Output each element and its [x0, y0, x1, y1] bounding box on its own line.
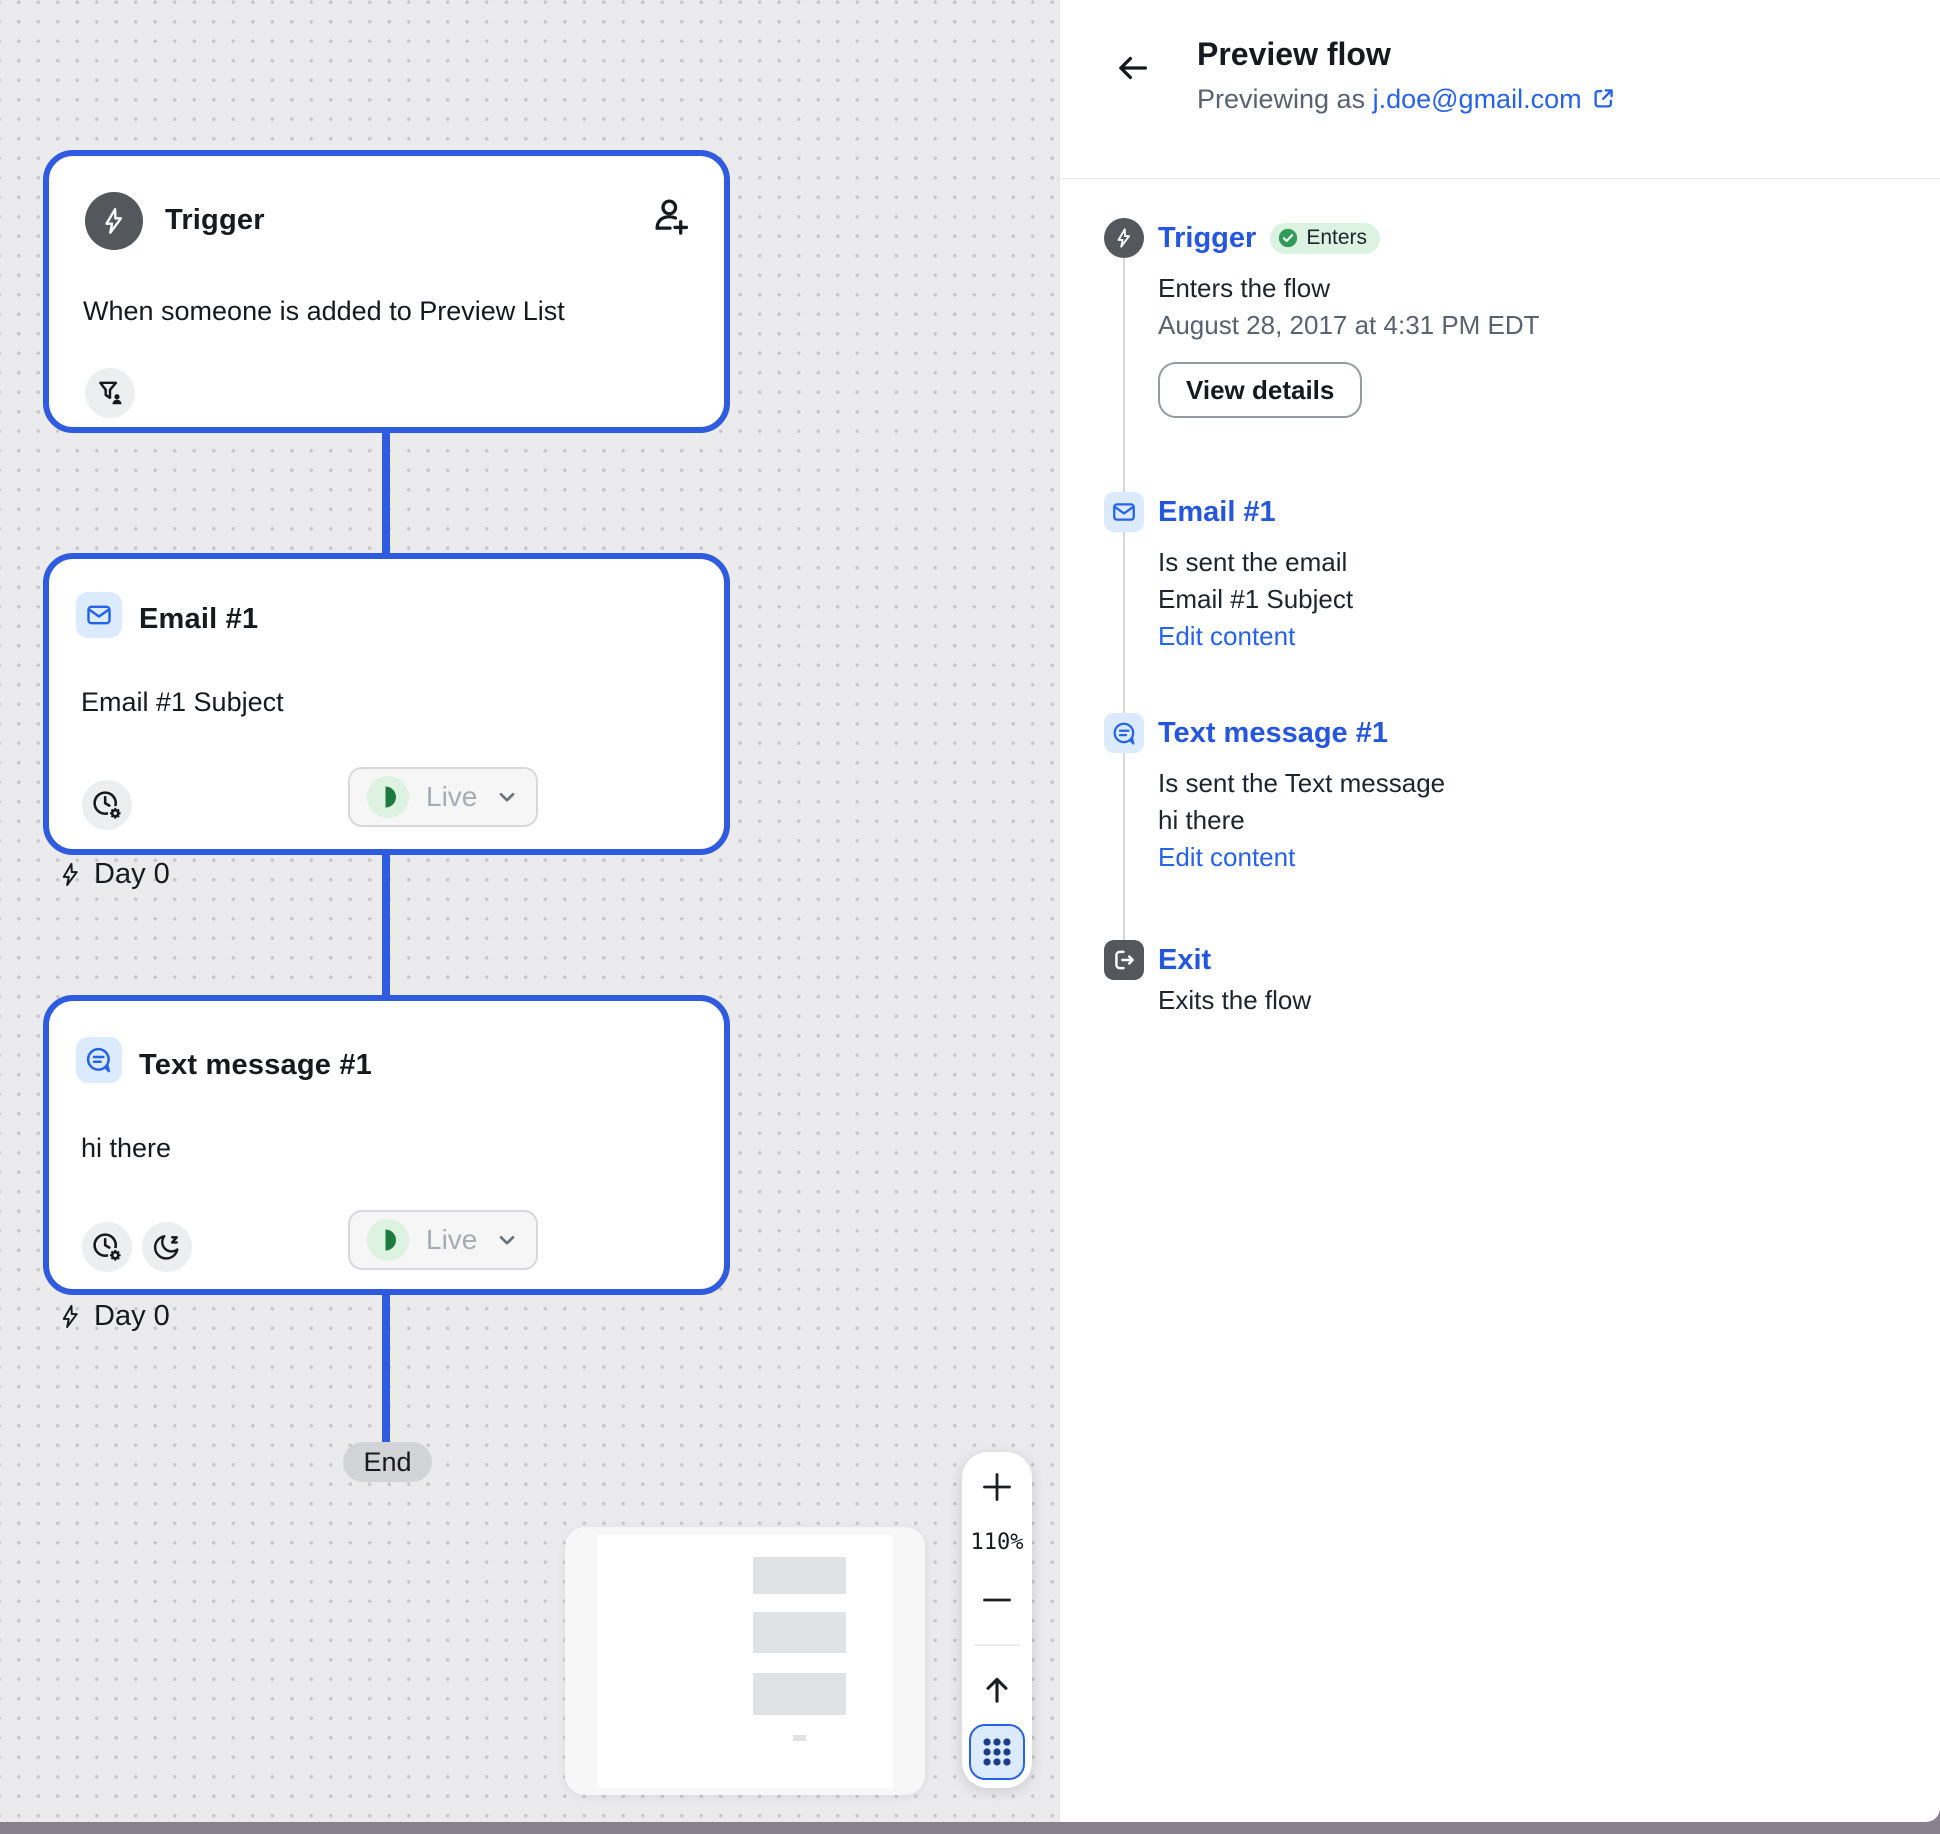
text-node-title: Text message #1	[139, 1049, 372, 1082]
step-text-message: Text message #1 Is sent the Text message…	[1104, 713, 1445, 876]
step-exit: Exit Exits the flow	[1104, 940, 1311, 1019]
step-exit-title[interactable]: Exit	[1158, 944, 1211, 977]
text-status-label: Live	[426, 1224, 478, 1256]
flow-end-pill: End	[343, 1442, 432, 1482]
view-details-button[interactable]: View details	[1158, 362, 1362, 418]
text-step-line1: Is sent the Text message	[1158, 765, 1445, 802]
text-status-dropdown[interactable]: Live	[348, 1210, 538, 1270]
trigger-node-body: When someone is added to Preview List	[83, 296, 565, 327]
lightning-icon	[57, 1303, 84, 1330]
step-email-title[interactable]: Email #1	[1158, 496, 1276, 529]
trigger-step-timestamp: August 28, 2017 at 4:31 PM EDT	[1158, 307, 1540, 344]
minimap-node	[793, 1735, 806, 1741]
step-trigger-title[interactable]: Trigger	[1158, 222, 1256, 255]
live-status-icon	[366, 775, 410, 819]
trigger-icon	[85, 192, 143, 250]
grid-view-button[interactable]	[969, 1724, 1025, 1780]
canvas-minimap[interactable]	[565, 1527, 925, 1795]
grid-dots-icon	[978, 1733, 1016, 1771]
enters-badge: Enters	[1270, 223, 1380, 254]
email-edit-content-link[interactable]: Edit content	[1158, 618, 1353, 655]
connector-email-text	[382, 850, 390, 1000]
zoom-level-label: 110%	[962, 1530, 1032, 1555]
lightning-icon	[57, 861, 84, 888]
step-email: Email #1 Is sent the email Email #1 Subj…	[1104, 492, 1353, 655]
sms-icon	[1104, 713, 1144, 753]
trigger-icon	[1104, 218, 1144, 258]
email-status-label: Live	[426, 781, 478, 813]
smart-sending-clock-icon	[82, 1222, 132, 1272]
text-day-label: Day 0	[57, 1300, 170, 1333]
minimap-node	[753, 1612, 846, 1653]
preview-email-link[interactable]: j.doe@gmail.com	[1373, 84, 1582, 114]
trigger-step-line1: Enters the flow	[1158, 270, 1540, 307]
external-link-icon[interactable]	[1590, 85, 1617, 112]
sms-icon	[76, 1037, 122, 1083]
canvas-toolbar: 110%	[962, 1452, 1032, 1788]
previewing-as-prefix: Previewing as	[1197, 84, 1373, 114]
previewing-as-line: Previewing as j.doe@gmail.com	[1197, 84, 1617, 115]
step-text-title[interactable]: Text message #1	[1158, 717, 1388, 750]
text-node-body: hi there	[81, 1133, 171, 1164]
quiet-hours-moon-icon	[142, 1222, 192, 1272]
back-arrow-icon	[1112, 48, 1152, 88]
email-icon	[76, 592, 122, 638]
minimap-viewport	[597, 1535, 893, 1788]
trigger-filter-icon	[85, 368, 135, 418]
email-status-dropdown[interactable]: Live	[348, 767, 538, 827]
connector-text-end	[382, 1290, 390, 1446]
toolbar-divider	[974, 1644, 1020, 1646]
preview-flow-panel: Preview flow Previewing as j.doe@gmail.c…	[1059, 0, 1940, 1822]
smart-sending-clock-icon	[82, 780, 132, 830]
text-step-line2: hi there	[1158, 802, 1445, 839]
trigger-node-card[interactable]: Trigger When someone is added to Preview…	[43, 150, 730, 433]
connector-trigger-email	[382, 428, 390, 558]
back-button[interactable]	[1110, 46, 1154, 90]
exit-step-line1: Exits the flow	[1158, 982, 1311, 1019]
minimap-node	[753, 1557, 846, 1594]
panel-header: Preview flow Previewing as j.doe@gmail.c…	[1060, 0, 1940, 179]
chevron-down-icon	[494, 784, 520, 810]
live-status-icon	[366, 1218, 410, 1262]
text-message-node-card[interactable]: Text message #1 hi there	[43, 995, 730, 1295]
check-circle-icon	[1277, 227, 1299, 249]
step-trigger: Trigger Enters Enters the flow August 28…	[1104, 218, 1540, 418]
email-step-line1: Is sent the email	[1158, 544, 1353, 581]
add-person-icon[interactable]	[650, 196, 690, 236]
scroll-to-top-button[interactable]	[975, 1668, 1019, 1712]
email-step-line2: Email #1 Subject	[1158, 581, 1353, 618]
email-node-body: Email #1 Subject	[81, 687, 284, 718]
email-day-label: Day 0	[57, 858, 170, 891]
text-edit-content-link[interactable]: Edit content	[1158, 839, 1445, 876]
email-node-card[interactable]: Email #1 Email #1 Subject Live	[43, 553, 730, 855]
exit-icon	[1104, 940, 1144, 980]
flow-canvas[interactable]: Trigger When someone is added to Preview…	[0, 0, 1059, 1822]
email-icon	[1104, 492, 1144, 532]
trigger-node-title: Trigger	[165, 204, 265, 237]
minimap-node	[753, 1673, 846, 1715]
chevron-down-icon	[494, 1227, 520, 1253]
zoom-in-button[interactable]	[975, 1465, 1019, 1509]
email-node-title: Email #1	[139, 603, 258, 636]
panel-title: Preview flow	[1197, 36, 1391, 73]
zoom-out-button[interactable]	[975, 1578, 1019, 1622]
app-window: Trigger When someone is added to Preview…	[0, 0, 1940, 1822]
